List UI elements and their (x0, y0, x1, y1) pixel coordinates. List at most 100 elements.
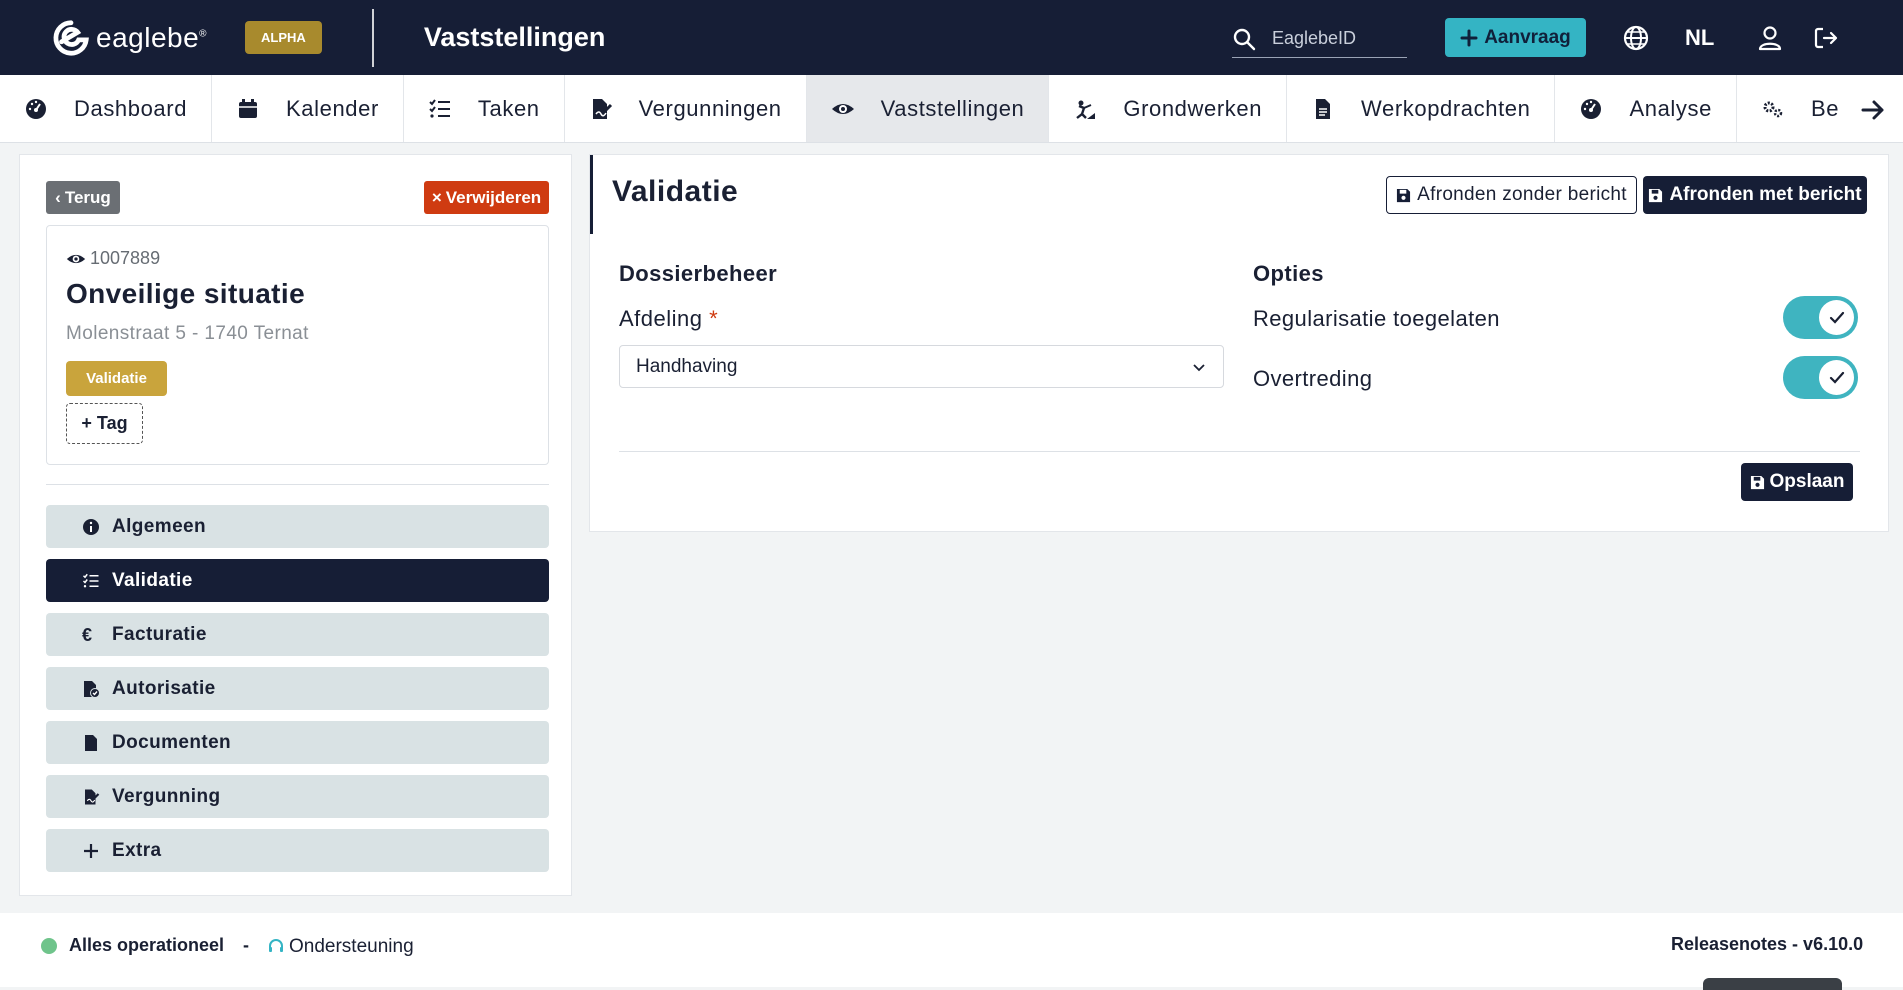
footer-separator: - (243, 935, 249, 955)
tab-werkopdrachten[interactable]: Werkopdrachten (1287, 75, 1556, 142)
finish-with-label: Afronden met bericht (1669, 184, 1862, 205)
finish-with-message-button[interactable]: Afronden met bericht (1643, 176, 1867, 214)
tab-kalender[interactable]: Kalender (212, 75, 404, 142)
logout-icon[interactable] (1812, 24, 1840, 52)
tab-label: Be (1810, 95, 1840, 121)
case-sidebar: ‹ Terug × Verwijderen 1007889 Onveilige … (19, 154, 572, 896)
sidebar-item-label: Validatie (112, 569, 193, 591)
file-signature-icon (592, 98, 612, 119)
back-button[interactable]: ‹ Terug (46, 181, 120, 214)
page-title: Vaststellingen (423, 22, 606, 52)
logo[interactable]: eaglebe® (52, 19, 207, 57)
delete-button[interactable]: × Verwijderen (424, 181, 549, 214)
title-accent (590, 155, 593, 234)
tab-vaststellingen[interactable]: Vaststellingen (806, 75, 1050, 142)
save-button[interactable]: Opslaan (1741, 463, 1853, 501)
sidebar-item-documenten[interactable]: Documenten (46, 721, 549, 764)
file-signature-icon (85, 789, 100, 804)
toggle-knob (1819, 300, 1854, 335)
tab-dashboard[interactable]: Dashboard (0, 75, 213, 142)
support-link[interactable]: Ondersteuning (267, 936, 414, 958)
chevron-left-icon: ‹ (55, 187, 61, 207)
eye-icon (66, 254, 86, 263)
main-navigation: Dashboard Kalender Taken Vergunningen Va… (0, 75, 1903, 143)
search-input[interactable] (1270, 27, 1400, 50)
sidebar-item-vergunning[interactable]: Vergunning (46, 775, 549, 818)
plus-icon (84, 843, 98, 858)
close-icon: × (431, 187, 442, 207)
logo-text: eaglebe® (96, 21, 208, 53)
finish-without-message-button[interactable]: Afronden zonder bericht (1386, 176, 1637, 214)
new-request-button[interactable]: Aanvraag (1445, 18, 1586, 57)
sidebar-item-algemeen[interactable]: Algemeen (46, 505, 549, 548)
sidebar-item-label: Documenten (112, 731, 232, 753)
scroll-right-button[interactable] (1853, 90, 1893, 130)
department-select[interactable]: Handhaving (619, 345, 1224, 388)
save-icon (1750, 475, 1764, 489)
user-icon[interactable] (1756, 24, 1784, 52)
tab-label: Vergunningen (638, 95, 782, 121)
plus-icon (1460, 29, 1478, 46)
arrow-right-icon (1861, 100, 1884, 120)
tab-analyse[interactable]: Analyse (1555, 75, 1737, 142)
section-title: Validatie (612, 175, 739, 208)
status-indicator (41, 938, 57, 954)
calendar-icon (239, 98, 258, 118)
case-address: Molenstraat 5 - 1740 Ternat (66, 323, 309, 344)
eye-icon (831, 103, 854, 114)
check-icon (1829, 371, 1844, 384)
globe-icon[interactable] (1622, 24, 1650, 52)
sidebar-item-label: Extra (112, 839, 162, 861)
top-bar: eaglebe® ALPHA Vaststellingen Aanvraag N… (0, 0, 1903, 75)
search-icon[interactable] (1232, 27, 1256, 51)
case-id-value: 1007889 (90, 248, 161, 268)
sidebar-item-facturatie[interactable]: € Facturatie (46, 613, 549, 656)
alpha-badge: ALPHA (245, 21, 322, 54)
sidebar-item-label: Vergunning (112, 785, 221, 807)
sidebar-item-label: Autorisatie (112, 677, 216, 699)
digging-icon (1076, 100, 1096, 119)
sidebar-item-label: Algemeen (112, 515, 207, 537)
checklist-icon (429, 98, 450, 118)
checklist-icon (82, 573, 99, 587)
status-badge: Validatie (66, 361, 167, 396)
tab-vergunningen[interactable]: Vergunningen (565, 75, 807, 142)
footer-tab (1703, 978, 1842, 990)
header-divider (371, 8, 374, 67)
tab-beheer[interactable]: Be (1737, 75, 1863, 142)
delete-label: Verwijderen (445, 187, 542, 207)
document-icon (85, 734, 97, 751)
info-icon (83, 518, 99, 535)
add-tag-button[interactable]: + Tag (66, 403, 143, 444)
sidebar-item-label: Facturatie (112, 623, 207, 645)
options-heading: Opties (1253, 261, 1324, 286)
footer: Alles operationeel - Ondersteuning Relea… (0, 913, 1903, 990)
divider (46, 484, 549, 485)
language-selector[interactable]: NL (1685, 25, 1714, 51)
case-card: 1007889 Onveilige situatie Molenstraat 5… (46, 225, 549, 465)
tab-label: Analyse (1629, 95, 1712, 121)
toggle-knob (1819, 360, 1854, 395)
system-status[interactable]: Alles operationeel (69, 935, 224, 956)
tab-label: Grondwerken (1123, 95, 1263, 121)
tab-grondwerken[interactable]: Grondwerken (1049, 75, 1288, 142)
chevron-down-icon (1193, 363, 1205, 371)
cogs-icon (1763, 101, 1783, 117)
tab-label: Werkopdrachten (1361, 95, 1531, 121)
sidebar-item-validatie[interactable]: Validatie (46, 559, 549, 602)
regularisation-toggle[interactable] (1783, 296, 1858, 339)
finish-without-label: Afronden zonder bericht (1417, 184, 1627, 205)
file-check-icon (84, 680, 100, 698)
tab-taken[interactable]: Taken (404, 75, 565, 142)
violation-toggle[interactable] (1783, 356, 1858, 399)
document-icon (1316, 98, 1331, 119)
tab-label: Taken (477, 95, 540, 121)
dossier-heading: Dossierbeheer (619, 261, 778, 286)
release-notes-link[interactable]: Releasenotes - v6.10.0 (1671, 934, 1863, 955)
sidebar-item-extra[interactable]: Extra (46, 829, 549, 872)
save-icon (1397, 188, 1411, 202)
back-label: Terug (64, 187, 111, 207)
tab-label: Kalender (286, 95, 379, 121)
validation-panel: Validatie Afronden zonder bericht Afrond… (589, 154, 1889, 532)
sidebar-item-autorisatie[interactable]: Autorisatie (46, 667, 549, 710)
